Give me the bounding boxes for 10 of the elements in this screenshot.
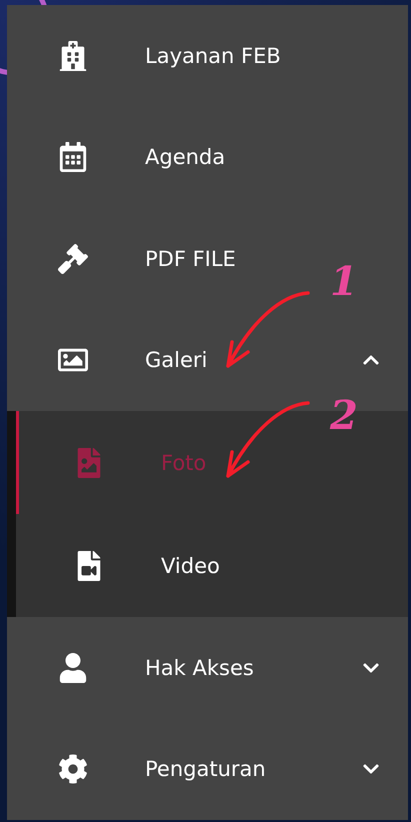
menu-item[interactable]: Hak Akses (145, 656, 362, 680)
annotation-number: 1 (330, 258, 358, 305)
submenu-item[interactable]: Video (16, 514, 408, 617)
menu-item[interactable]: Layanan FEB (145, 44, 380, 68)
submenu-label: Video (161, 554, 221, 578)
menu-item[interactable]: Agenda (145, 145, 380, 170)
menu-item[interactable]: Galeri (145, 348, 362, 372)
gavel-icon (55, 244, 91, 274)
submenu-label: Foto (161, 450, 208, 474)
menu-item[interactable]: Pengaturan (145, 757, 362, 782)
